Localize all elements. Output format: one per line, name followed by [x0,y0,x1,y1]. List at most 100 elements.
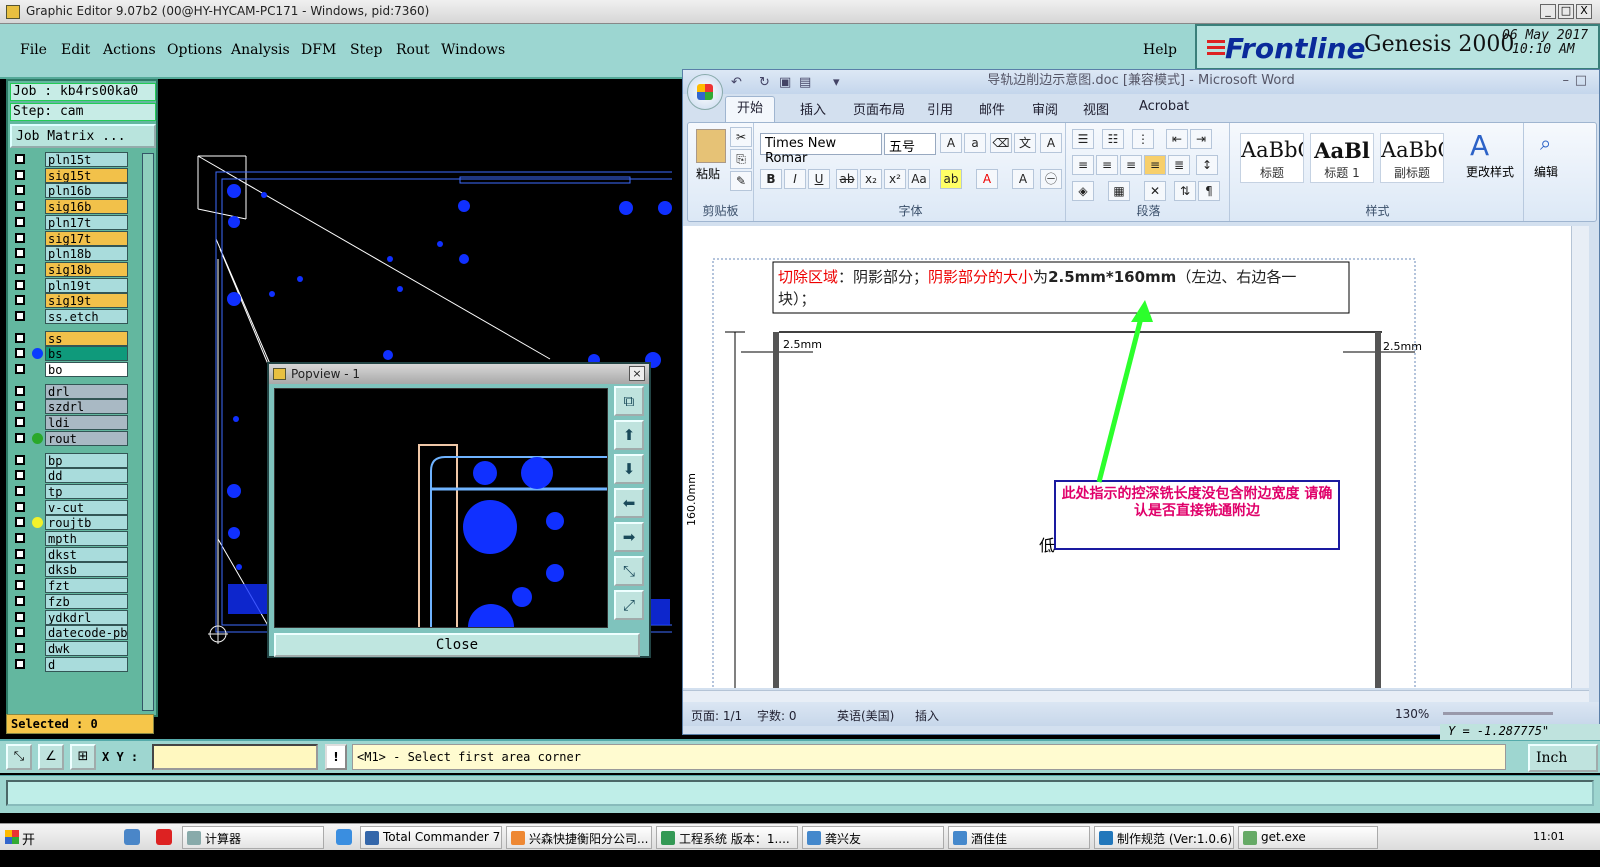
clear-format-icon[interactable]: ⌫ [990,133,1012,153]
pan-down-icon[interactable]: ⬇ [614,454,644,484]
line-spacing-icon[interactable]: ↕ [1196,155,1218,175]
layer-row[interactable]: sig16b [10,199,132,214]
highlight-icon[interactable]: ab [940,169,962,189]
layer-row[interactable]: sig18b [10,262,132,277]
layer-row[interactable]: dksb [10,562,132,577]
change-case-icon[interactable]: Aa [908,169,930,189]
layer-checkbox[interactable] [15,643,25,653]
menu-file[interactable]: File [20,42,47,58]
document-horizontal-scrollbar[interactable] [683,690,1589,702]
layer-name[interactable]: sig18b [45,262,128,277]
layer-checkbox[interactable] [15,627,25,637]
layer-checkbox[interactable] [15,217,25,227]
show-marks-icon[interactable]: ¶ [1198,181,1220,201]
layer-name[interactable]: mpth [45,531,128,546]
pan-left-icon[interactable]: ⬅ [614,488,644,518]
layer-checkbox[interactable] [15,612,25,622]
bold-icon[interactable]: B [760,169,782,189]
layer-name[interactable]: v-cut [45,500,128,515]
format-painter-icon[interactable]: ✎ [730,171,752,191]
layer-checkbox[interactable] [15,248,25,258]
layer-checkbox[interactable] [15,364,25,374]
xy-input[interactable] [152,744,318,770]
layer-row[interactable]: bp [10,453,132,468]
grow-font-icon[interactable]: A [940,133,962,153]
layer-row[interactable]: bo [10,362,132,377]
layer-checkbox[interactable] [15,486,25,496]
open-icon[interactable]: ▤ [799,75,811,90]
ie-icon[interactable] [336,829,352,845]
underline-icon[interactable]: U [808,169,830,189]
layer-checkbox[interactable] [15,564,25,574]
layer-name[interactable]: ldi [45,415,128,430]
change-styles-label[interactable]: 更改样式 [1466,163,1514,180]
char-shading-icon[interactable]: A [1012,169,1034,189]
font-size-combo[interactable]: 五号 [884,133,936,155]
layer-checkbox[interactable] [15,185,25,195]
word-count[interactable]: 字数: 0 [757,707,797,724]
pan-up-icon[interactable]: ⬆ [614,420,644,450]
bullets-icon[interactable]: ☰ [1072,129,1094,149]
layer-name[interactable]: sig19t [45,293,128,308]
align-left-icon[interactable]: ≡ [1072,155,1094,175]
start-button[interactable]: 开始 [2,826,50,867]
grid-mode-icon[interactable]: ⊞ [70,744,96,770]
page-count[interactable]: 页面: 1/1 [691,707,742,724]
menu-windows[interactable]: Windows [441,42,505,58]
menu-step[interactable]: Step [350,42,382,58]
layer-row[interactable]: pln17t [10,215,132,230]
shrink-font-icon[interactable]: a [964,133,986,153]
layer-row[interactable]: szdrl [10,399,132,414]
menu-options[interactable]: Options [167,42,222,58]
layer-name[interactable]: bo [45,362,128,377]
minimize-button[interactable]: _ [1540,4,1556,19]
numbering-icon[interactable]: ☷ [1102,129,1124,149]
layer-row[interactable]: ydkdrl [10,610,132,625]
superscript-icon[interactable]: x² [884,169,906,189]
zoom-level[interactable]: 130% [1395,707,1429,721]
subscript-icon[interactable]: x₂ [860,169,882,189]
layer-checkbox[interactable] [15,502,25,512]
style-heading[interactable]: AaBbC标题 [1240,133,1304,183]
zoom-home-icon[interactable]: ⧉ [614,386,644,416]
decrease-indent-icon[interactable]: ⇤ [1166,129,1188,149]
menu-rout[interactable]: Rout [396,42,430,58]
layer-checkbox[interactable] [15,401,25,411]
layer-name[interactable]: sig15t [45,168,128,183]
layer-row[interactable]: d [10,657,132,672]
char-border-icon[interactable]: A [1040,133,1062,153]
layer-checkbox[interactable] [15,154,25,164]
zoom-slider[interactable] [1443,712,1553,715]
layer-name[interactable]: pln16b [45,183,128,198]
layer-name[interactable]: rout [45,431,128,446]
layer-name[interactable]: datecode-pbe [45,625,128,640]
layer-checkbox[interactable] [15,333,25,343]
layer-name[interactable]: pln18b [45,246,128,261]
layer-row[interactable]: fzb [10,594,132,609]
task-engineering-system[interactable]: 工程系统 版本：1.... [656,826,798,849]
menu-edit[interactable]: Edit [61,42,90,58]
zoom-out-icon[interactable]: ⤢ [614,590,644,620]
style-subtitle[interactable]: AaBbC副标题 [1380,133,1444,183]
layer-checkbox[interactable] [15,433,25,443]
strikethrough-icon[interactable]: ab [836,169,858,189]
pan-right-icon[interactable]: ➡ [614,522,644,552]
pdf-icon[interactable] [156,829,172,845]
distributed-icon[interactable]: ≣ [1168,155,1190,175]
tab-review[interactable]: 审阅 [1032,99,1058,118]
layer-row[interactable]: tp [10,484,132,499]
paste-icon[interactable] [696,129,726,163]
layer-name[interactable]: bs [45,346,128,361]
layer-name[interactable]: szdrl [45,399,128,414]
popview-close-x[interactable]: × [629,366,645,381]
layer-row[interactable]: mpth [10,531,132,546]
layer-row[interactable]: pln19t [10,278,132,293]
layer-checkbox[interactable] [15,470,25,480]
layer-row[interactable]: roujtb [10,515,132,530]
layer-row[interactable]: rout [10,431,132,446]
layer-checkbox[interactable] [15,170,25,180]
layer-checkbox[interactable] [15,533,25,543]
layer-scrollbar[interactable] [142,153,154,711]
layer-row[interactable]: sig17t [10,231,132,246]
layer-checkbox[interactable] [15,549,25,559]
